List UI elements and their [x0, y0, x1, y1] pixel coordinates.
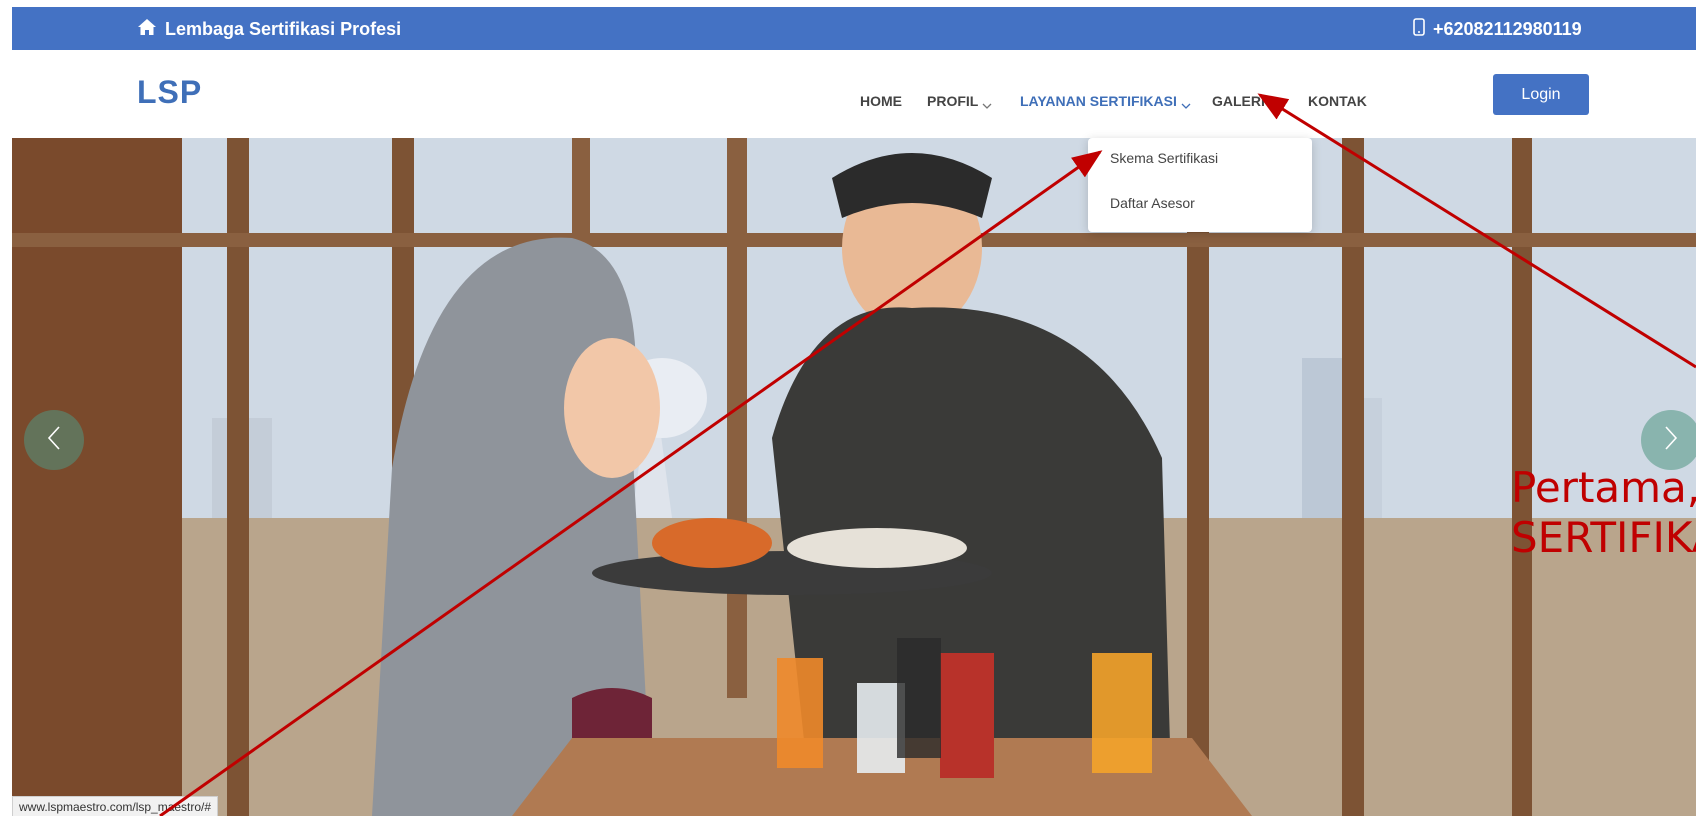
home-icon [137, 18, 157, 41]
chevron-down-icon [1181, 97, 1191, 109]
web-page: Lembaga Sertifikasi Profesi +62082112980… [12, 7, 1696, 816]
chevron-down-icon [982, 97, 992, 109]
brand-text: Lembaga Sertifikasi Profesi [165, 19, 402, 39]
main-navbar: LSP HOME PROFIL LAYANAN SERTIFIKASI GALE… [12, 50, 1696, 138]
top-info-bar: Lembaga Sertifikasi Profesi +62082112980… [12, 7, 1696, 50]
nav-galeri-label: GALERI [1212, 93, 1265, 109]
nav-profil[interactable]: PROFIL [927, 93, 992, 109]
login-button[interactable]: Login [1493, 74, 1589, 115]
chevron-down-icon [1269, 97, 1279, 109]
browser-status-bar-url: www.lspmaestro.com/lsp_maestro/# [12, 796, 219, 816]
nav-layanan-label: LAYANAN SERTIFIKASI [1020, 93, 1177, 109]
nav-home[interactable]: HOME [860, 93, 902, 109]
nav-home-label: HOME [860, 93, 902, 109]
restaurant-scene-illustration [12, 138, 1696, 816]
dropdown-item-skema-sertifikasi[interactable]: Skema Sertifikasi [1110, 150, 1218, 166]
chevron-right-icon [1663, 425, 1679, 455]
hero-carousel-image [12, 138, 1696, 816]
brand-link[interactable]: Lembaga Sertifikasi Profesi [137, 18, 401, 41]
layanan-dropdown-menu: Skema Sertifikasi Daftar Asesor [1088, 138, 1312, 232]
nav-layanan-sertifikasi[interactable]: LAYANAN SERTIFIKASI [1020, 93, 1191, 109]
dropdown-item-daftar-asesor[interactable]: Daftar Asesor [1110, 195, 1195, 211]
chevron-left-icon [46, 425, 62, 455]
nav-kontak[interactable]: KONTAK [1308, 93, 1367, 109]
carousel-next-button[interactable] [1641, 410, 1696, 470]
phone-number: +62082112980119 [1433, 19, 1582, 39]
carousel-prev-button[interactable] [24, 410, 84, 470]
phone-link[interactable]: +62082112980119 [1413, 18, 1582, 41]
nav-galeri[interactable]: GALERI [1212, 93, 1279, 109]
annotation-caption: Pertama,k SERTIFIKA [1511, 463, 1696, 562]
nav-kontak-label: KONTAK [1308, 93, 1367, 109]
mobile-phone-icon [1413, 18, 1425, 41]
site-logo[interactable]: LSP [137, 74, 202, 111]
nav-profil-label: PROFIL [927, 93, 979, 109]
